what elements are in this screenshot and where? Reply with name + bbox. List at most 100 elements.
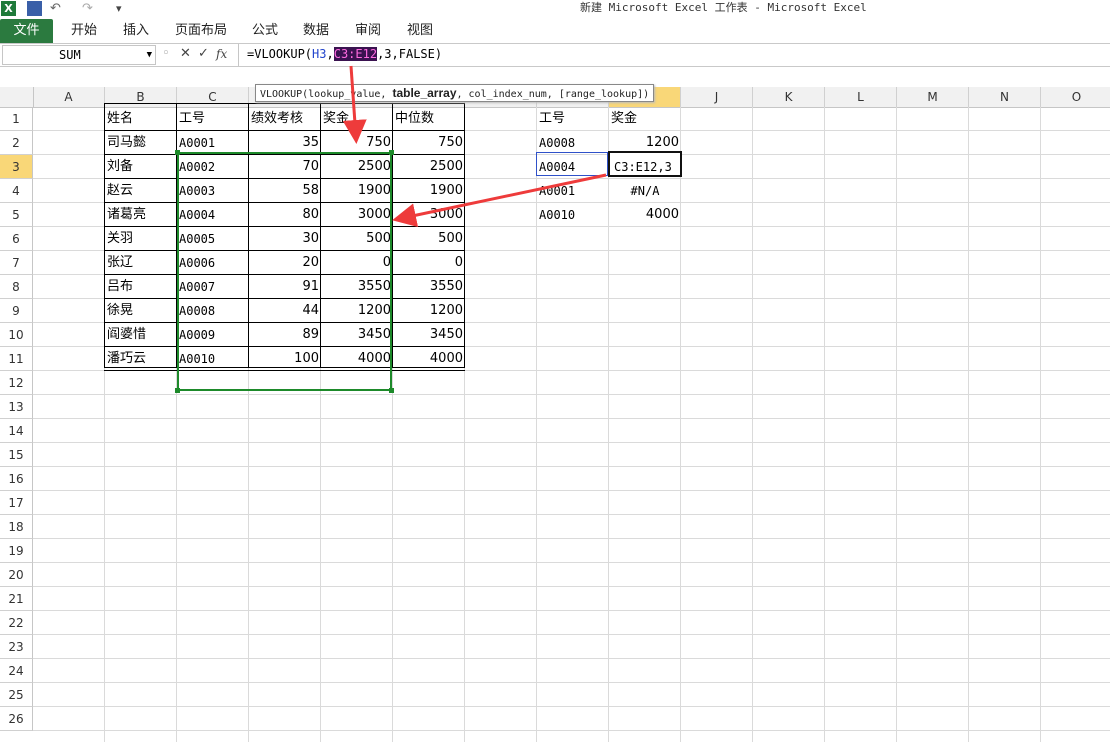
row-header-22[interactable]: 22 bbox=[0, 611, 33, 635]
tab-data[interactable]: 数据 bbox=[303, 19, 329, 43]
table-cell[interactable]: 500 bbox=[393, 227, 465, 251]
column-header-L[interactable]: L bbox=[825, 87, 897, 107]
table-cell[interactable]: A0009 bbox=[177, 323, 249, 347]
table-cell[interactable]: 司马懿 bbox=[105, 131, 177, 155]
lookup-value-cell[interactable]: 4000 bbox=[609, 203, 681, 227]
table-cell[interactable]: 500 bbox=[321, 227, 393, 251]
row-header-18[interactable]: 18 bbox=[0, 515, 33, 539]
row-header-26[interactable]: 26 bbox=[0, 707, 33, 731]
cancel-icon[interactable]: ✕ bbox=[180, 46, 191, 62]
lookup-value-cell[interactable]: #N/A bbox=[609, 179, 681, 203]
name-box[interactable]: SUM ▼ bbox=[2, 45, 156, 65]
editing-cell-value[interactable]: C3:E12,3 bbox=[609, 155, 681, 179]
column-header-C[interactable]: C bbox=[177, 87, 249, 107]
table-cell[interactable]: 吕布 bbox=[105, 275, 177, 299]
tab-formulas[interactable]: 公式 bbox=[252, 19, 278, 43]
table-cell[interactable]: 80 bbox=[249, 203, 321, 227]
table-header-cell[interactable]: 中位数 bbox=[393, 107, 465, 131]
row-header-2[interactable]: 2 bbox=[0, 131, 33, 155]
table-cell[interactable]: 3550 bbox=[321, 275, 393, 299]
row-header-23[interactable]: 23 bbox=[0, 635, 33, 659]
table-cell[interactable]: 0 bbox=[393, 251, 465, 275]
formula-input[interactable]: =VLOOKUP(H3,C3:E12,3,FALSE) bbox=[238, 44, 1108, 66]
table-cell[interactable]: 1900 bbox=[393, 179, 465, 203]
insert-function-icon[interactable]: fx bbox=[216, 46, 227, 62]
range-handle[interactable] bbox=[389, 150, 394, 155]
table-cell[interactable]: 750 bbox=[321, 131, 393, 155]
table-cell[interactable]: 1200 bbox=[321, 299, 393, 323]
row-header-20[interactable]: 20 bbox=[0, 563, 33, 587]
table-cell[interactable]: 关羽 bbox=[105, 227, 177, 251]
table-header-cell[interactable]: 姓名 bbox=[105, 107, 177, 131]
table-cell[interactable]: 3450 bbox=[321, 323, 393, 347]
table-cell[interactable]: 潘巧云 bbox=[105, 347, 177, 371]
lookup-id-cell[interactable]: A0001 bbox=[537, 179, 609, 203]
range-handle[interactable] bbox=[389, 388, 394, 393]
column-header-B[interactable]: B bbox=[105, 87, 177, 107]
row-header-19[interactable]: 19 bbox=[0, 539, 33, 563]
table-cell[interactable]: 4000 bbox=[393, 347, 465, 371]
column-header-M[interactable]: M bbox=[897, 87, 969, 107]
tab-page-layout[interactable]: 页面布局 bbox=[175, 19, 227, 43]
undo-icon[interactable]: ↶ bbox=[50, 1, 65, 16]
table-cell[interactable]: 0 bbox=[321, 251, 393, 275]
lookup-id-cell[interactable]: A0008 bbox=[537, 131, 609, 155]
table-cell[interactable]: 徐晃 bbox=[105, 299, 177, 323]
tab-file[interactable]: 文件 bbox=[0, 19, 53, 43]
table-cell[interactable]: 750 bbox=[393, 131, 465, 155]
table-cell[interactable]: 58 bbox=[249, 179, 321, 203]
table-cell[interactable]: 35 bbox=[249, 131, 321, 155]
table-cell[interactable]: 3000 bbox=[321, 203, 393, 227]
table-header-cell[interactable]: 工号 bbox=[177, 107, 249, 131]
column-header-J[interactable]: J bbox=[681, 87, 753, 107]
table-cell[interactable]: A0004 bbox=[177, 203, 249, 227]
range-handle[interactable] bbox=[175, 388, 180, 393]
row-header-3[interactable]: 3 bbox=[0, 155, 33, 179]
lookup-header-cell[interactable]: 奖金 bbox=[609, 107, 681, 131]
row-header-7[interactable]: 7 bbox=[0, 251, 33, 275]
table-cell[interactable]: 30 bbox=[249, 227, 321, 251]
table-cell[interactable]: 1200 bbox=[393, 299, 465, 323]
lookup-header-cell[interactable]: 工号 bbox=[537, 107, 609, 131]
table-cell[interactable]: A0007 bbox=[177, 275, 249, 299]
table-cell[interactable]: 100 bbox=[249, 347, 321, 371]
table-cell[interactable]: A0003 bbox=[177, 179, 249, 203]
table-cell[interactable]: 91 bbox=[249, 275, 321, 299]
column-header-O[interactable]: O bbox=[1041, 87, 1110, 107]
table-cell[interactable]: 1900 bbox=[321, 179, 393, 203]
table-header-cell[interactable]: 绩效考核 bbox=[249, 107, 321, 131]
table-cell[interactable]: A0008 bbox=[177, 299, 249, 323]
row-header-16[interactable]: 16 bbox=[0, 467, 33, 491]
column-header-A[interactable]: A bbox=[33, 87, 105, 107]
column-header-K[interactable]: K bbox=[753, 87, 825, 107]
table-cell[interactable]: A0010 bbox=[177, 347, 249, 371]
row-header-14[interactable]: 14 bbox=[0, 419, 33, 443]
excel-app-icon[interactable]: X bbox=[1, 1, 16, 16]
table-cell[interactable]: 张辽 bbox=[105, 251, 177, 275]
lookup-id-cell[interactable]: A0010 bbox=[537, 203, 609, 227]
splitter-handle[interactable]: ◦ bbox=[162, 46, 170, 62]
select-all-corner[interactable] bbox=[0, 87, 34, 107]
tab-home[interactable]: 开始 bbox=[71, 19, 97, 43]
row-header-24[interactable]: 24 bbox=[0, 659, 33, 683]
row-header-11[interactable]: 11 bbox=[0, 347, 33, 371]
table-cell[interactable]: 赵云 bbox=[105, 179, 177, 203]
row-header-17[interactable]: 17 bbox=[0, 491, 33, 515]
table-cell[interactable]: A0005 bbox=[177, 227, 249, 251]
table-cell[interactable]: 70 bbox=[249, 155, 321, 179]
row-header-4[interactable]: 4 bbox=[0, 179, 33, 203]
column-header-N[interactable]: N bbox=[969, 87, 1041, 107]
tab-view[interactable]: 视图 bbox=[407, 19, 433, 43]
row-header-10[interactable]: 10 bbox=[0, 323, 33, 347]
redo-icon[interactable]: ↷ bbox=[82, 1, 97, 16]
table-cell[interactable]: 3550 bbox=[393, 275, 465, 299]
row-header-13[interactable]: 13 bbox=[0, 395, 33, 419]
row-header-6[interactable]: 6 bbox=[0, 227, 33, 251]
table-cell[interactable]: 20 bbox=[249, 251, 321, 275]
row-header-25[interactable]: 25 bbox=[0, 683, 33, 707]
tab-insert[interactable]: 插入 bbox=[123, 19, 149, 43]
table-cell[interactable]: 4000 bbox=[321, 347, 393, 371]
row-header-8[interactable]: 8 bbox=[0, 275, 33, 299]
enter-check-icon[interactable]: ✓ bbox=[198, 46, 209, 62]
table-cell[interactable]: A0001 bbox=[177, 131, 249, 155]
